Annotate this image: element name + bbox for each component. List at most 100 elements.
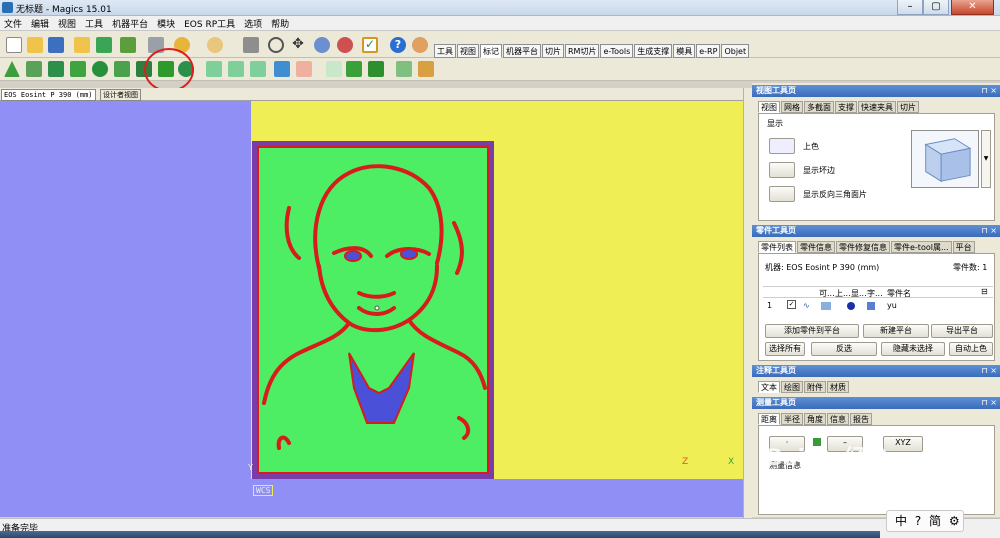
unmark-icon[interactable] [206, 61, 222, 77]
new-platform-button[interactable]: 新建平台 [863, 324, 929, 338]
tab-distance[interactable]: 距离 [758, 413, 780, 425]
tab-e-tools[interactable]: e-Tools [600, 44, 634, 58]
invert-selection-button[interactable]: 反选 [811, 342, 877, 356]
mark-plane-icon[interactable] [26, 61, 42, 77]
tab-part-list[interactable]: 零件列表 [758, 241, 796, 253]
tab-angle[interactable]: 角度 [804, 413, 826, 425]
menu-edit[interactable]: 编辑 [31, 17, 49, 30]
tab-info[interactable]: 信息 [827, 413, 849, 425]
save-icon[interactable] [48, 37, 64, 53]
color-swatch-icon[interactable] [821, 302, 831, 310]
column-menu-icon[interactable]: ⊟ [981, 287, 988, 296]
zoom-window-icon[interactable] [337, 37, 353, 53]
tab-platform[interactable]: 平台 [952, 241, 975, 253]
tab-part-info[interactable]: 零件信息 [797, 241, 835, 253]
menu-tools[interactable]: 工具 [85, 17, 103, 30]
menu-view[interactable]: 视图 [58, 17, 76, 30]
wireframe-icon[interactable] [396, 61, 412, 77]
doc-tab-machine[interactable]: EOS Eosint P 390 (mm) [1, 89, 96, 101]
bad-edges-label[interactable]: 显示坏边 [803, 165, 835, 176]
auto-color-button[interactable]: 自动上色 [949, 342, 993, 356]
row-checkbox[interactable]: ✓ [787, 300, 796, 309]
invert-mark-icon[interactable] [228, 61, 244, 77]
tab-mold[interactable]: 模具 [673, 44, 696, 58]
open-folder-icon[interactable] [27, 37, 43, 53]
export-platform-button[interactable]: 导出平台 [931, 324, 993, 338]
new-file-icon[interactable] [6, 37, 22, 53]
tab-report[interactable]: 报告 [850, 413, 872, 425]
select-icon[interactable] [243, 37, 259, 53]
column-font[interactable]: 字... [867, 288, 883, 299]
tab-view-panel-view[interactable]: 视图 [758, 101, 780, 113]
tab-platform[interactable]: 机器平台 [503, 44, 541, 58]
tab-part-etool[interactable]: 零件e-tool属... [891, 241, 952, 253]
help-icon[interactable]: ? [390, 37, 406, 53]
maximize-button[interactable]: ▢ [923, 0, 949, 15]
tab-radius[interactable]: 半径 [781, 413, 803, 425]
shaded-label[interactable]: 上色 [803, 141, 819, 152]
zoom-icon[interactable] [314, 37, 330, 53]
tab-view-panel-support[interactable]: 支撑 [835, 101, 857, 113]
select-all-button[interactable]: 选择所有 [765, 342, 805, 356]
tab-view-panel-fixture[interactable]: 快速夹具 [858, 101, 896, 113]
tab-slice[interactable]: 切片 [542, 44, 564, 58]
redo-icon[interactable] [207, 37, 223, 53]
column-color[interactable]: 上... [835, 288, 851, 299]
load-part-icon[interactable] [96, 37, 112, 53]
column-display[interactable]: 显... [851, 288, 867, 299]
mark-shell-icon[interactable] [48, 61, 64, 77]
mark-view-icon[interactable] [274, 61, 290, 77]
checkbox-icon[interactable]: ✓ [362, 37, 378, 53]
doc-tab-designer-view[interactable]: 设计者视图 [100, 89, 141, 101]
tab-view[interactable]: 视图 [457, 44, 479, 58]
wave-icon[interactable]: ∿ [803, 301, 810, 310]
tab-part-fix-info[interactable]: 零件修复信息 [836, 241, 890, 253]
expand-mark-icon[interactable] [250, 61, 266, 77]
menu-file[interactable]: 文件 [4, 17, 22, 30]
tab-tools[interactable]: 工具 [434, 44, 456, 58]
view-dropdown-icon[interactable]: ▼ [981, 130, 991, 188]
view-cube-icon[interactable] [911, 130, 979, 188]
column-part-name[interactable]: 零件名 [887, 288, 911, 299]
grow-icon[interactable] [326, 61, 342, 77]
menu-platform[interactable]: 机器平台 [112, 17, 148, 30]
column-visible[interactable]: 可... [819, 288, 835, 299]
shaded-icon[interactable] [769, 138, 795, 154]
tab-e-rp[interactable]: e-RP [696, 44, 721, 58]
shrink-icon[interactable] [346, 61, 362, 77]
tab-mark[interactable]: 标记 [480, 44, 502, 58]
close-button[interactable]: ✕ [951, 0, 994, 15]
mark-surface-icon[interactable] [70, 61, 86, 77]
bad-edges-icon[interactable] [769, 162, 795, 178]
add-to-platform-button[interactable]: 添加零件到平台 [765, 324, 859, 338]
pin-icon[interactable]: ⊓ × [982, 85, 998, 97]
table-row[interactable]: 1 ✓ ∿ yu [763, 300, 993, 312]
tab-attachment[interactable]: 附件 [804, 381, 826, 393]
user-icon[interactable] [412, 37, 428, 53]
menu-options[interactable]: 选项 [244, 17, 262, 30]
tab-objet[interactable]: Objet [721, 44, 750, 58]
tab-material[interactable]: 材质 [827, 381, 849, 393]
clear-mark-icon[interactable] [296, 61, 312, 77]
tab-support[interactable]: 生成支撑 [634, 44, 673, 58]
tab-drawing[interactable]: 绘图 [781, 381, 803, 393]
tab-text[interactable]: 文本 [758, 381, 780, 393]
mark-triangle-icon[interactable] [4, 61, 20, 77]
sphere-icon[interactable] [847, 302, 855, 310]
minimize-button[interactable]: – [897, 0, 923, 15]
cube-icon[interactable] [867, 302, 875, 310]
xyz-button[interactable]: XYZ [883, 436, 923, 452]
menu-modules[interactable]: 模块 [157, 17, 175, 30]
3d-viewport[interactable]: Y Z X WCS [0, 101, 743, 517]
hide-unselected-button[interactable]: 隐藏未选择 [881, 342, 945, 356]
flipped-triangles-icon[interactable] [769, 186, 795, 202]
menu-help[interactable]: 帮助 [271, 17, 289, 30]
mark-lasso-icon[interactable] [114, 61, 130, 77]
mark-brush-icon[interactable] [92, 61, 108, 77]
export-part-icon[interactable] [120, 37, 136, 53]
pan-icon[interactable]: ✥ [290, 37, 306, 53]
tab-view-panel-mesh[interactable]: 网格 [781, 101, 803, 113]
tab-rm-slice[interactable]: RM切片 [565, 44, 600, 58]
panel-splitter[interactable] [743, 88, 752, 518]
import-part-icon[interactable] [74, 37, 90, 53]
